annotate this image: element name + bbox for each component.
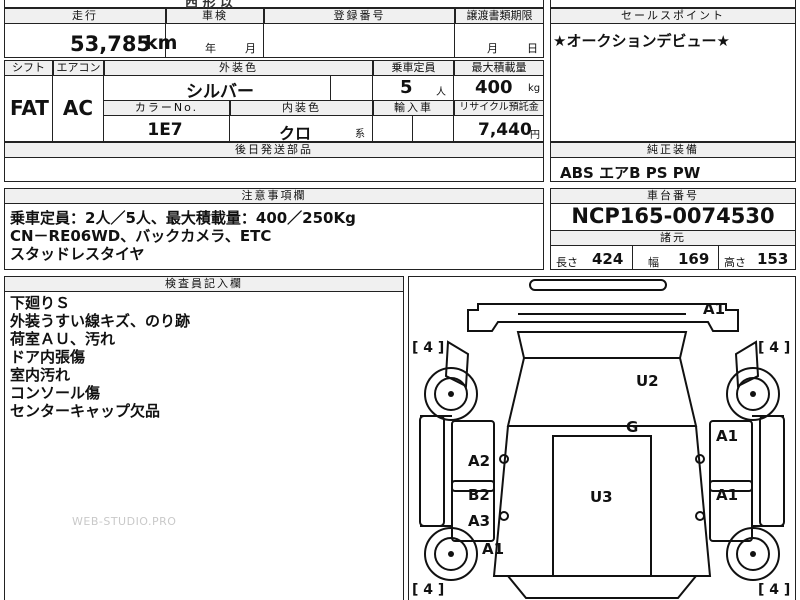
transfer-label: 譲渡書類期限 xyxy=(455,9,543,24)
interior-label: 内装色 xyxy=(230,101,372,116)
divider xyxy=(718,246,719,269)
inspection-month-unit: 月 xyxy=(245,42,256,55)
inspection-year-unit: 年 xyxy=(205,42,216,55)
damage-mark: A1 xyxy=(716,427,739,445)
tire-mark-front-right: [ 4 ] xyxy=(758,340,791,356)
damage-mark: U3 xyxy=(590,488,613,506)
damage-mark: A1 xyxy=(482,540,505,558)
damage-mark: A3 xyxy=(468,512,491,530)
transfer-month-unit: 月 xyxy=(487,42,498,55)
height-label: 高さ xyxy=(724,256,746,269)
exterior-color-value: シルバー xyxy=(186,82,254,102)
note-line: スタッドレスタイヤ xyxy=(10,245,145,263)
divider xyxy=(52,61,53,141)
interior-color-value: クロ xyxy=(278,124,311,143)
inspection-label: 車検 xyxy=(166,9,263,24)
capacity-label: 乗車定員 xyxy=(373,61,453,76)
exterior-color-label: 外装色 xyxy=(104,61,372,76)
length-label: 長さ xyxy=(556,256,578,269)
damage-mark: A1 xyxy=(716,486,739,504)
color-no-value: 1E7 xyxy=(147,120,183,140)
inspector-line: 室内汚れ xyxy=(10,366,71,384)
dims-label: 諸元 xyxy=(551,230,795,246)
mileage-value: 53,785 xyxy=(70,32,152,56)
interior-color-suffix: 系 xyxy=(355,129,365,140)
damage-mark: B2 xyxy=(468,486,490,504)
note-line: 乗車定員：2人／5人、最大積載量：400／250Kg xyxy=(10,209,356,227)
damage-mark: A2 xyxy=(468,452,491,470)
inspector-line: 荷室ＡＵ、汚れ xyxy=(10,330,116,348)
inspector-line: 下廻りＳ xyxy=(10,294,71,312)
import-label: 輸入車 xyxy=(373,101,453,116)
capacity-value: 5 xyxy=(400,77,413,98)
later-parts-label: 後日発送部品 xyxy=(5,143,543,158)
divider xyxy=(632,246,633,269)
tire-mark-rear-right: [ 4 ] xyxy=(758,582,791,598)
inspector-lines: 下廻りＳ 外装うすい線キズ、のり跡 荷室ＡＵ、汚れ ドア内張傷 室内汚れ コンソ… xyxy=(10,294,190,420)
mileage-label: 走行 xyxy=(5,9,165,24)
divider xyxy=(454,9,455,57)
length-value: 424 xyxy=(592,250,624,268)
equipment-label: 純正装備 xyxy=(551,143,795,158)
equipment-items: ABS エアB PS PW xyxy=(560,164,701,182)
tire-mark-rear-left: [ 4 ] xyxy=(412,582,445,598)
aircon-label: エアコン xyxy=(53,61,103,76)
damage-mark: G xyxy=(626,418,639,436)
color-no-label: カラーNo. xyxy=(104,101,229,116)
height-value: 153 xyxy=(757,250,789,268)
recycle-label: リサイクル預託金 xyxy=(454,101,543,116)
divider xyxy=(229,101,230,141)
shift-label: シフト xyxy=(5,61,52,76)
shift-value: FAT xyxy=(10,96,49,120)
note-line: CN－RE06WD、バックカメラ、ETC xyxy=(10,227,272,245)
damage-mark: U2 xyxy=(636,372,659,390)
inspector-line: 外装うすい線キズ、のり跡 xyxy=(10,312,191,330)
aircon-value: AC xyxy=(62,96,94,120)
inspector-line: コンソール傷 xyxy=(10,384,101,402)
width-label: 幅 xyxy=(648,256,659,269)
sales-point-label: セールスポイント xyxy=(551,9,795,24)
watermark: WEB-STUDIO.PRO xyxy=(72,515,177,528)
max-load-value: 400 xyxy=(475,77,513,98)
top-strip xyxy=(4,0,544,8)
divider xyxy=(330,75,331,100)
damage-mark: A1 xyxy=(703,300,726,318)
mileage-unit: km xyxy=(145,32,178,54)
top-right-strip xyxy=(550,0,796,8)
chassis-number: NCP165-0074530 xyxy=(571,204,775,228)
recycle-fee-value: 7,440 xyxy=(478,120,532,140)
notes-label: 注意事項欄 xyxy=(5,189,543,204)
inspector-line: センターキャップ欠品 xyxy=(10,402,161,420)
transfer-day-unit: 日 xyxy=(527,42,538,55)
sales-point-box xyxy=(550,8,796,142)
max-load-label: 最大積載量 xyxy=(454,61,543,76)
chassis-label: 車台番号 xyxy=(551,189,795,204)
tire-mark-front-left: [ 4 ] xyxy=(412,340,445,356)
max-load-unit: kg xyxy=(528,83,541,94)
divider xyxy=(412,115,413,141)
notes-lines: 乗車定員：2人／5人、最大積載量：400／250Kg CN－RE06WD、バック… xyxy=(10,209,356,263)
width-value: 169 xyxy=(678,250,710,268)
divider xyxy=(263,9,264,57)
capacity-unit: 人 xyxy=(436,87,446,98)
recycle-fee-unit: 円 xyxy=(530,130,540,141)
inspector-line: ドア内張傷 xyxy=(10,348,86,366)
registration-label: 登録番号 xyxy=(264,9,454,24)
inspector-label: 検査員記入欄 xyxy=(5,277,403,292)
sales-point-text: ★オークションデビュー★ xyxy=(553,32,730,50)
